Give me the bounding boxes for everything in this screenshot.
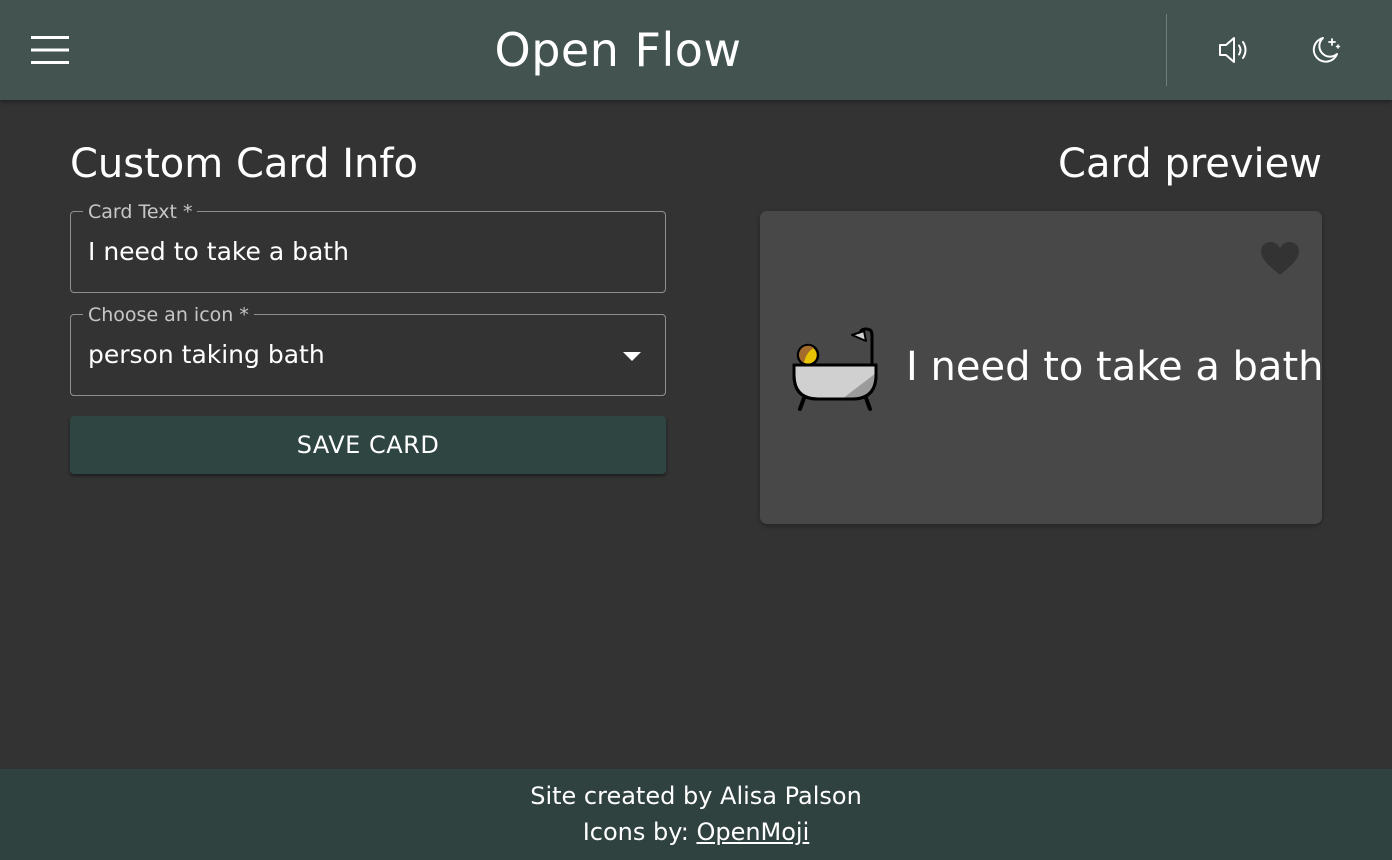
preview-title: Card preview — [1058, 141, 1322, 187]
preview-card[interactable]: I need to take a bath — [760, 211, 1324, 524]
footer-icons-line: Icons by: OpenMoji — [0, 814, 1392, 850]
heart-icon — [1261, 242, 1299, 275]
icon-select-value: person taking bath — [88, 340, 325, 369]
openmoji-link[interactable]: OpenMoji — [696, 818, 809, 846]
theme-toggle-button[interactable] — [1302, 26, 1350, 74]
menu-button[interactable] — [20, 25, 80, 75]
card-text-label: Card Text * — [83, 201, 198, 223]
speaker-icon — [1219, 37, 1247, 63]
caret-down-icon[interactable] — [623, 352, 641, 361]
card-text-field[interactable]: Card Text * — [70, 201, 666, 293]
top-app-bar: Open Flow — [0, 0, 1392, 100]
sound-toggle-button[interactable] — [1210, 26, 1258, 74]
app-title: Open Flow — [494, 23, 742, 77]
favorite-button[interactable] — [1258, 239, 1302, 279]
preview-card-text: I need to take a bath — [906, 344, 1324, 390]
header-divider — [1166, 14, 1167, 86]
save-card-button[interactable]: SAVE CARD — [70, 416, 666, 474]
person-taking-bath-icon — [792, 327, 878, 411]
hamburger-menu-icon — [31, 36, 69, 64]
footer: Site created by Alisa Palson Icons by: O… — [0, 769, 1392, 860]
icon-select-label: Choose an icon * — [83, 304, 254, 326]
icon-select[interactable]: Choose an icon * person taking bath — [70, 304, 666, 396]
moon-stars-icon — [1312, 37, 1341, 63]
form-title: Custom Card Info — [70, 141, 418, 187]
app-root: Open Flow Custom Card Info Card Text * C… — [0, 0, 1392, 860]
card-text-input[interactable] — [88, 236, 605, 268]
footer-icons-prefix: Icons by: — [582, 818, 689, 846]
footer-credit: Site created by Alisa Palson — [530, 782, 862, 810]
